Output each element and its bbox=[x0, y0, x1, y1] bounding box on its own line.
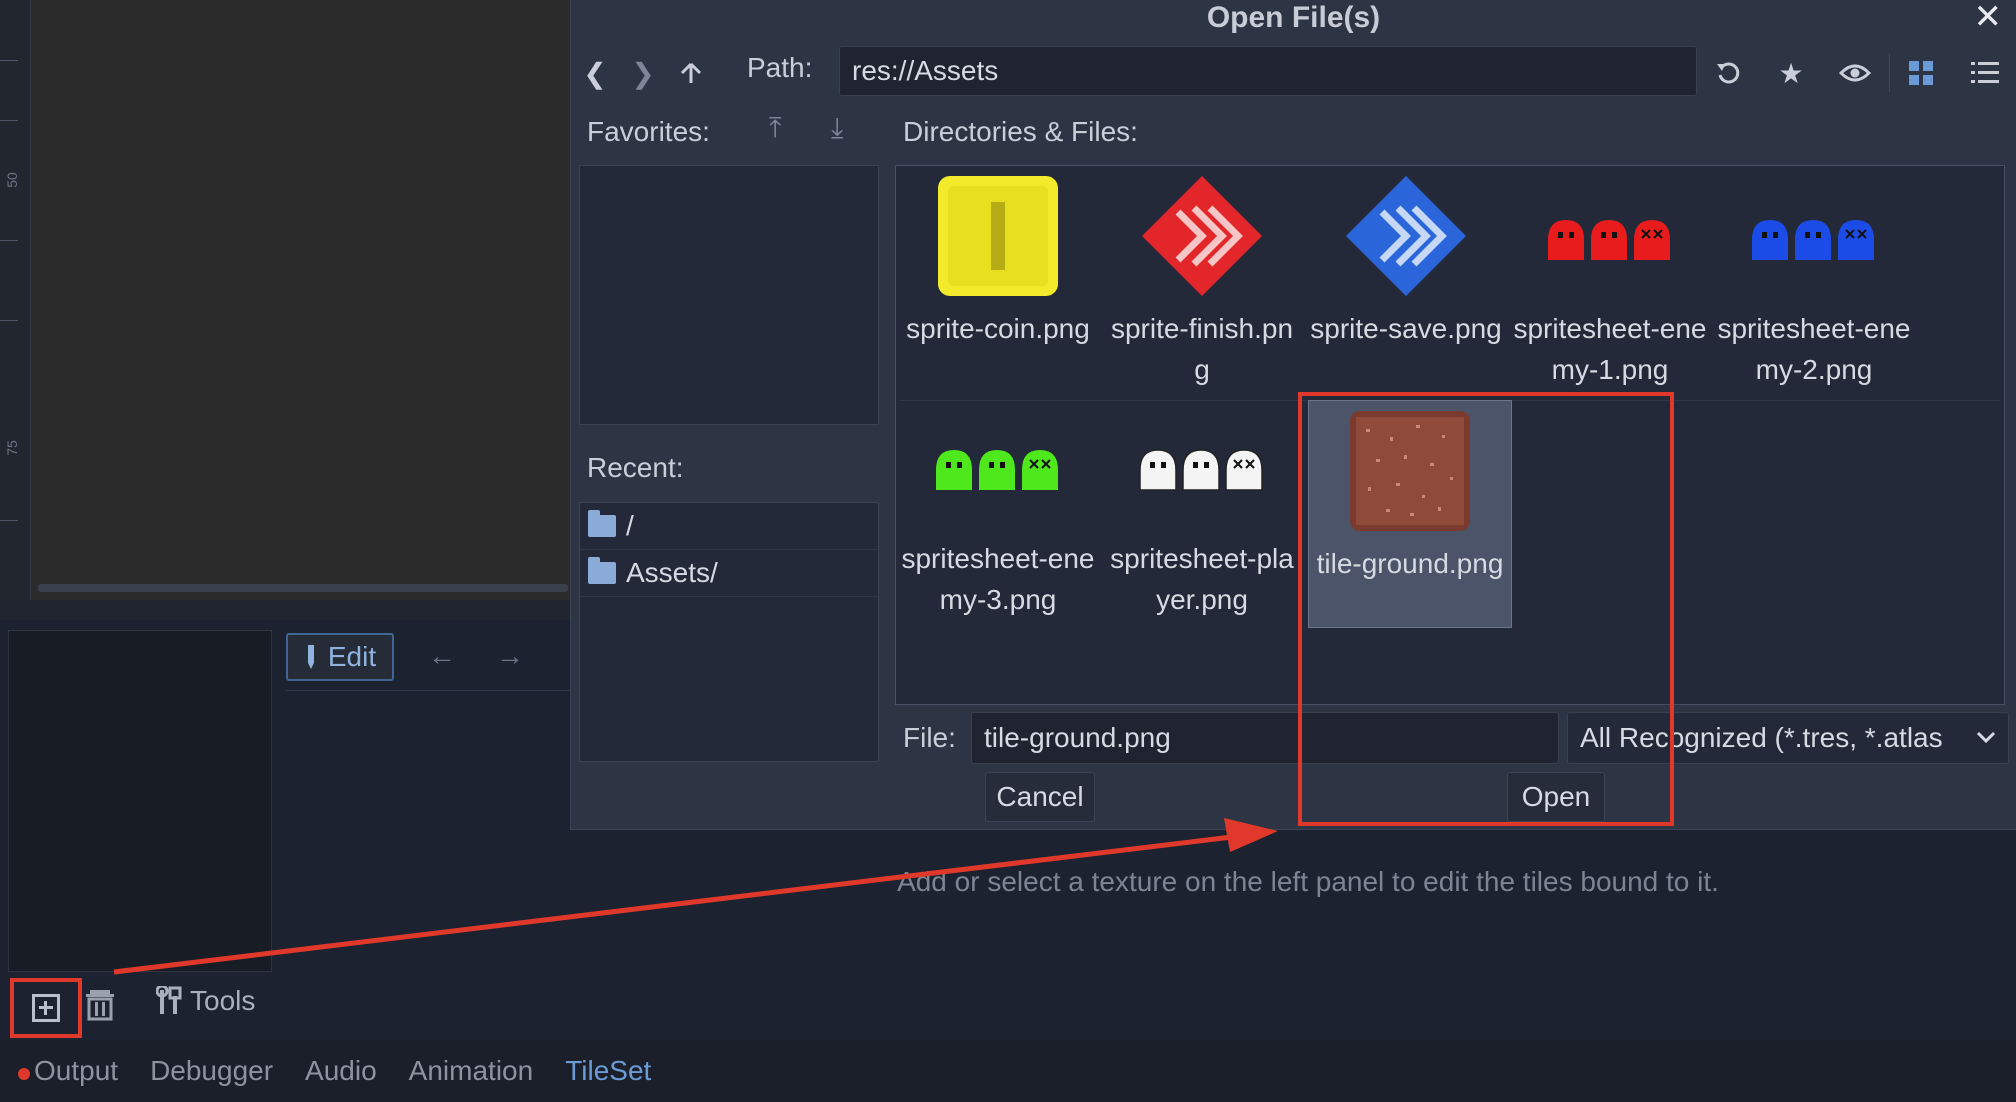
tab-output[interactable]: Output bbox=[18, 1055, 118, 1087]
horizontal-scrollbar[interactable] bbox=[38, 584, 568, 592]
recent-item-label: / bbox=[626, 510, 634, 541]
refresh-icon[interactable] bbox=[1705, 50, 1753, 96]
list-view-icon[interactable] bbox=[1961, 50, 2009, 96]
parent-dir-icon[interactable] bbox=[667, 50, 715, 96]
back-icon[interactable]: ❮ bbox=[575, 50, 615, 96]
tab-tileset[interactable]: TileSet bbox=[565, 1055, 651, 1087]
edit-label: Edit bbox=[327, 641, 377, 672]
texture-list-panel[interactable] bbox=[8, 630, 272, 972]
tab-output-label: Output bbox=[34, 1055, 119, 1086]
recent-list: / Assets/ bbox=[579, 502, 879, 762]
file-item[interactable]: spritesheet-enemy-3.png bbox=[896, 396, 1100, 624]
open-file-dialog: Open File(s) ✕ ❮ ❯ Path: res://Assets ★ … bbox=[570, 0, 2016, 830]
add-texture-button[interactable] bbox=[10, 978, 82, 1038]
editor-band bbox=[0, 600, 570, 620]
file-name: sprite-save.png bbox=[1310, 313, 1502, 344]
save-thumbnail bbox=[1346, 176, 1466, 296]
directories-files-label: Directories & Files: bbox=[903, 116, 1138, 147]
tools-label: Tools bbox=[190, 985, 256, 1016]
tab-animation[interactable]: Animation bbox=[409, 1055, 534, 1087]
move-favorite-up-icon[interactable]: ⤒ bbox=[769, 112, 781, 145]
cancel-button[interactable]: Cancel bbox=[985, 772, 1095, 822]
file-name: sprite-coin.png bbox=[906, 313, 1090, 344]
toolbar-divider bbox=[1889, 54, 1890, 92]
folder-icon bbox=[588, 557, 616, 584]
file-label: File: bbox=[903, 722, 956, 753]
file-item[interactable]: spritesheet-player.png bbox=[1100, 396, 1304, 624]
toggle-hidden-eye-icon[interactable] bbox=[1831, 50, 1879, 96]
trash-icon[interactable] bbox=[82, 986, 118, 1022]
green-ghosts-thumbnail bbox=[936, 450, 1058, 490]
file-item[interactable]: sprite-finish.png bbox=[1100, 166, 1304, 394]
recent-item-label: Assets/ bbox=[626, 557, 718, 588]
ruler-mark-75: 75 bbox=[3, 440, 20, 456]
pencil-icon bbox=[307, 645, 314, 669]
file-name: spritesheet-enemy-1.png bbox=[1513, 313, 1707, 385]
file-name: sprite-finish.png bbox=[1110, 313, 1294, 385]
editor-hint: Add or select a texture on the left pane… bbox=[897, 866, 1719, 897]
divider bbox=[285, 690, 570, 691]
edit-button[interactable]: Edit bbox=[286, 633, 394, 681]
white-ghosts-thumbnail bbox=[1139, 449, 1263, 491]
favorite-star-icon[interactable]: ★ bbox=[1767, 50, 1815, 96]
bottom-panel-tabs: Output Debugger Audio Animation TileSet bbox=[0, 1040, 2016, 1102]
add-icon bbox=[32, 994, 60, 1022]
path-label: Path: bbox=[747, 52, 813, 83]
file-item[interactable]: sprite-coin.png bbox=[896, 166, 1100, 394]
grid-view-icon[interactable] bbox=[1897, 50, 1945, 96]
vertical-ruler: 50 75 bbox=[0, 0, 31, 600]
recent-label: Recent: bbox=[587, 452, 684, 483]
error-dot-icon bbox=[18, 1068, 30, 1080]
tab-debugger[interactable]: Debugger bbox=[150, 1055, 273, 1087]
prev-arrow-icon[interactable]: ← bbox=[428, 640, 456, 672]
tools-menu-button[interactable]: Tools bbox=[156, 985, 255, 1017]
chevron-down-icon bbox=[1976, 731, 1996, 744]
forward-icon[interactable]: ❯ bbox=[623, 50, 663, 96]
file-item[interactable]: sprite-save.png bbox=[1304, 166, 1508, 394]
file-name: spritesheet-enemy-3.png bbox=[901, 543, 1095, 615]
finish-thumbnail bbox=[1142, 176, 1262, 296]
path-input[interactable]: res://Assets bbox=[839, 46, 1697, 96]
red-ghosts-thumbnail bbox=[1548, 220, 1670, 260]
canvas-viewport[interactable] bbox=[0, 0, 570, 600]
blue-ghosts-thumbnail bbox=[1752, 220, 1874, 260]
next-arrow-icon[interactable]: → bbox=[496, 640, 524, 672]
ruler-mark-50: 50 bbox=[3, 172, 20, 188]
dialog-title: Open File(s) bbox=[1206, 1, 1381, 34]
recent-item[interactable]: Assets/ bbox=[580, 550, 878, 597]
file-item[interactable]: spritesheet-enemy-2.png bbox=[1712, 166, 1916, 394]
recent-item[interactable]: / bbox=[580, 503, 878, 550]
file-name: spritesheet-player.png bbox=[1110, 543, 1294, 615]
tab-audio[interactable]: Audio bbox=[305, 1055, 377, 1087]
close-icon[interactable]: ✕ bbox=[1974, 0, 2003, 34]
file-name: spritesheet-enemy-2.png bbox=[1717, 313, 1911, 385]
favorites-label: Favorites: bbox=[587, 116, 710, 147]
file-item[interactable]: spritesheet-enemy-1.png bbox=[1508, 166, 1712, 394]
wrench-icon bbox=[156, 986, 182, 1014]
coin-thumbnail bbox=[938, 176, 1058, 296]
move-favorite-down-icon[interactable]: ⤓ bbox=[831, 112, 843, 145]
highlight-box bbox=[1298, 392, 1674, 826]
favorites-list[interactable] bbox=[579, 165, 879, 425]
folder-icon bbox=[588, 510, 616, 537]
